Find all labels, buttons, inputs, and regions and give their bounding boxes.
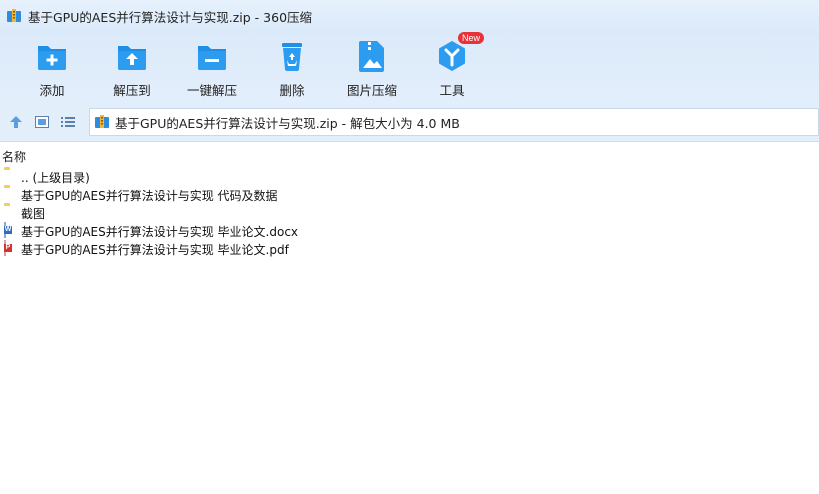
list-item[interactable]: P 基于GPU的AES并行算法设计与实现 毕业论文.pdf xyxy=(0,240,819,258)
extract-to-button[interactable]: 解压到 xyxy=(92,32,172,100)
image-compress-label: 图片压缩 xyxy=(346,83,397,98)
add-folder-icon xyxy=(34,38,70,74)
list-item[interactable]: 截图 xyxy=(0,204,819,222)
recycle-bin-icon xyxy=(274,38,310,74)
arrow-up-icon xyxy=(10,115,22,128)
archive-window: 基于GPU的AES并行算法设计与实现.zip - 360压缩 添加 解压到 一键… xyxy=(0,0,819,494)
list-view-icon xyxy=(61,116,75,127)
one-click-extract-icon xyxy=(194,38,230,74)
extract-to-icon xyxy=(114,38,150,74)
zip-archive-icon xyxy=(94,114,110,130)
file-name: 基于GPU的AES并行算法设计与实现 毕业论文.pdf xyxy=(21,242,289,257)
one-click-extract-button[interactable]: 一键解压 xyxy=(172,32,252,100)
title-bar: 基于GPU的AES并行算法设计与实现.zip - 360压缩 xyxy=(0,0,819,32)
new-badge: New xyxy=(458,32,485,44)
tools-label: 工具 xyxy=(439,83,465,98)
zip-archive-icon xyxy=(6,8,22,24)
list-item[interactable]: 基于GPU的AES并行算法设计与实现 代码及数据 xyxy=(0,186,819,204)
folder-icon xyxy=(4,187,18,203)
path-text: 基于GPU的AES并行算法设计与实现.zip - 解包大小为 4.0 MB xyxy=(115,115,460,131)
file-name: .. (上级目录) xyxy=(21,170,90,185)
image-compress-icon xyxy=(354,38,390,74)
file-list: .. (上级目录) 基于GPU的AES并行算法设计与实现 代码及数据 截图 W … xyxy=(0,168,819,258)
delete-label: 删除 xyxy=(279,83,305,98)
pdf-document-icon: P xyxy=(4,240,18,257)
list-item-parent-directory[interactable]: .. (上级目录) xyxy=(0,168,819,186)
folder-icon xyxy=(4,205,18,221)
column-header-label: 名称 xyxy=(2,149,27,164)
thumbnail-view-button[interactable] xyxy=(30,110,54,134)
list-item[interactable]: W 基于GPU的AES并行算法设计与实现 毕业论文.docx xyxy=(0,222,819,240)
main-toolbar: 添加 解压到 一键解压 删除 图片压缩 New 工具 xyxy=(0,32,819,102)
thumbnail-view-icon xyxy=(35,115,49,128)
word-document-icon: W xyxy=(4,222,18,239)
add-button[interactable]: 添加 xyxy=(12,32,92,100)
window-title: 基于GPU的AES并行算法设计与实现.zip - 360压缩 xyxy=(28,9,313,25)
path-field[interactable]: 基于GPU的AES并行算法设计与实现.zip - 解包大小为 4.0 MB xyxy=(89,108,819,136)
extract-to-label: 解压到 xyxy=(113,83,151,98)
address-bar: 基于GPU的AES并行算法设计与实现.zip - 解包大小为 4.0 MB xyxy=(0,102,819,142)
image-compress-button[interactable]: 图片压缩 xyxy=(332,32,412,100)
file-name: 基于GPU的AES并行算法设计与实现 代码及数据 xyxy=(21,188,278,203)
one-click-extract-label: 一键解压 xyxy=(186,83,237,98)
column-header-name[interactable]: 名称 xyxy=(0,146,819,166)
folder-icon xyxy=(4,169,18,185)
tools-button[interactable]: New 工具 xyxy=(412,32,492,100)
delete-button[interactable]: 删除 xyxy=(252,32,332,100)
file-name: 基于GPU的AES并行算法设计与实现 毕业论文.docx xyxy=(21,224,299,239)
up-directory-button[interactable] xyxy=(4,110,28,134)
list-view-button[interactable] xyxy=(56,110,80,134)
add-label: 添加 xyxy=(39,83,65,98)
file-name: 截图 xyxy=(21,206,46,221)
